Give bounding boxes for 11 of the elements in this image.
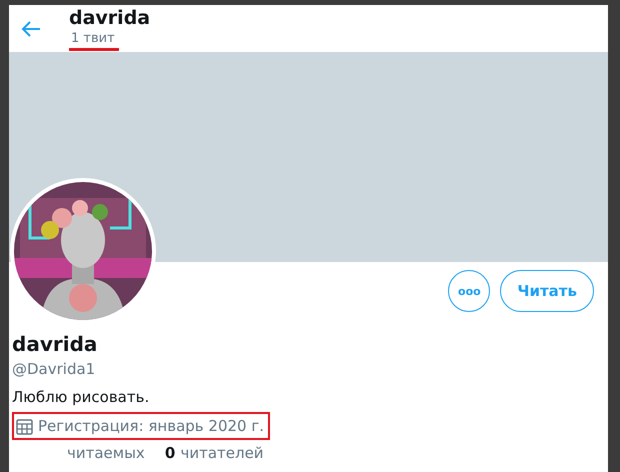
join-date: Регистрация: январь 2020 г. [12,412,270,440]
bio-text: Люблю рисовать. [12,388,150,406]
more-button[interactable]: ooo [448,270,490,312]
profile-title: davrida [69,6,150,28]
display-name: davrida [12,332,98,356]
follow-stat[interactable]: читаемых [67,444,145,462]
follow-button[interactable]: Читать [500,270,594,312]
follow-stat[interactable]: 0 читателей [164,444,264,462]
calendar-icon [16,418,33,434]
back-arrow-icon[interactable] [21,20,41,38]
username: @Davrida1 [12,360,96,378]
